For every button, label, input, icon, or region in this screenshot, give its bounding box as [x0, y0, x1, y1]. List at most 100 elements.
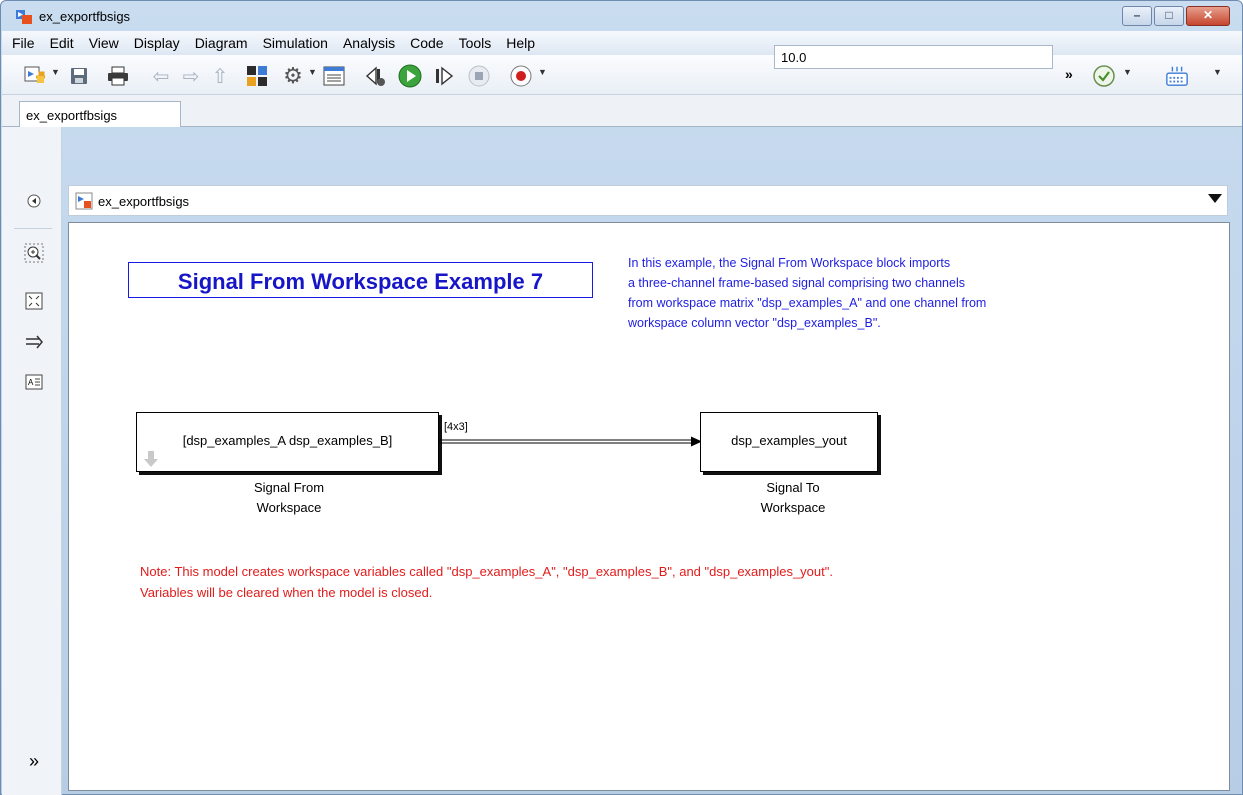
toolbar-overflow-icon[interactable]: »: [1065, 66, 1073, 82]
up-button[interactable]: ⇧: [208, 64, 232, 88]
info-line: workspace column vector "dsp_examples_B"…: [628, 316, 881, 330]
zoom-icon: [24, 243, 44, 263]
hide-explorer-bar-button[interactable]: [24, 191, 44, 211]
library-browser-icon: [247, 66, 267, 86]
new-model-button[interactable]: [22, 64, 46, 88]
info-annotation[interactable]: In this example, the Signal From Workspa…: [628, 253, 1128, 333]
toolbar: ▼ ⇦ ⇨ ⇧ ⚙ ▼ ▼ » ▼ ▼: [2, 55, 1242, 95]
tab-ex-exportfbsigs[interactable]: ex_exportfbsigs: [19, 101, 181, 127]
menu-analysis[interactable]: Analysis: [338, 35, 403, 51]
annotation-icon: A: [25, 374, 43, 390]
window-controls: – □ ✕: [1122, 6, 1230, 26]
simulink-window: ex_exportfbsigs – □ ✕ File Edit View Dis…: [0, 0, 1243, 795]
signal-from-workspace-block[interactable]: [dsp_examples_A dsp_examples_B]: [136, 412, 439, 472]
route-lines-icon: [26, 335, 43, 349]
note-line: Variables will be cleared when the model…: [140, 585, 433, 600]
stop-icon: [468, 65, 490, 87]
library-browser-button[interactable]: [245, 64, 269, 88]
fit-to-view-button[interactable]: [24, 291, 44, 311]
minimize-button[interactable]: –: [1122, 6, 1152, 26]
close-button[interactable]: ✕: [1186, 6, 1230, 26]
svg-text:A: A: [28, 378, 34, 387]
source-caption-line: Signal From: [253, 480, 325, 495]
menu-diagram[interactable]: Diagram: [190, 35, 256, 51]
diagram-title: Signal From Workspace Example 7: [177, 269, 544, 294]
step-back-button[interactable]: [363, 64, 387, 88]
run-icon: [398, 64, 422, 88]
fit-to-view-icon: [25, 292, 43, 310]
menu-bar: File Edit View Display Diagram Simulatio…: [2, 31, 1242, 55]
record-button[interactable]: [509, 64, 533, 88]
model-settings-button[interactable]: ⚙: [281, 63, 305, 88]
simulink-model-icon: [75, 192, 93, 210]
run-button[interactable]: [398, 64, 422, 88]
close-icon: ✕: [1202, 8, 1214, 22]
build-dropdown-icon[interactable]: ▼: [1213, 67, 1222, 77]
menu-code[interactable]: Code: [405, 35, 451, 51]
model-settings-dropdown-icon[interactable]: ▼: [308, 67, 317, 77]
new-model-dropdown-icon[interactable]: ▼: [51, 67, 60, 77]
sink-caption-line: Workspace: [760, 500, 826, 515]
chevron-double-right-icon: »: [28, 750, 39, 771]
sink-caption-line: Signal To: [766, 480, 820, 495]
info-line: from workspace matrix "dsp_examples_A" a…: [628, 296, 987, 310]
back-arrow-icon: ⇦: [152, 65, 170, 88]
up-arrow-icon: ⇧: [211, 65, 229, 88]
print-icon: [108, 66, 128, 86]
menu-view[interactable]: View: [84, 35, 127, 51]
import-arrow-icon: [144, 451, 158, 467]
info-line: a three-channel frame-based signal compr…: [628, 276, 965, 290]
diagram-title-annotation[interactable]: Signal From Workspace Example 7: [128, 262, 593, 298]
back-button[interactable]: ⇦: [149, 64, 173, 88]
model-explorer-button[interactable]: [322, 64, 346, 88]
step-forward-icon: [436, 66, 454, 86]
menu-display[interactable]: Display: [129, 35, 188, 51]
maximize-icon: □: [1165, 8, 1173, 22]
step-forward-button[interactable]: [432, 64, 456, 88]
menu-tools[interactable]: Tools: [454, 35, 500, 51]
annotation-button[interactable]: A: [24, 372, 44, 392]
breadcrumb[interactable]: ex_exportfbsigs: [68, 185, 1228, 216]
gear-icon: ⚙: [283, 63, 303, 88]
title-bar[interactable]: ex_exportfbsigs – □ ✕: [1, 1, 1242, 31]
signal-dimension-label: [4x3]: [444, 421, 468, 433]
menu-help[interactable]: Help: [501, 35, 543, 51]
menu-file[interactable]: File: [7, 35, 43, 51]
model-advisor-button[interactable]: [1092, 64, 1116, 88]
print-button[interactable]: [106, 64, 130, 88]
record-dropdown-icon[interactable]: ▼: [538, 67, 547, 77]
sink-block-label: dsp_examples_yout: [731, 433, 847, 448]
sink-block-caption: Signal To Workspace: [693, 478, 893, 518]
expand-palette-button[interactable]: »: [24, 751, 44, 771]
check-icon: [1093, 65, 1115, 87]
model-advisor-dropdown-icon[interactable]: ▼: [1123, 67, 1132, 77]
step-back-icon: [365, 66, 385, 86]
window-title: ex_exportfbsigs: [39, 9, 131, 24]
model-explorer-icon: [323, 66, 345, 86]
stop-time-input[interactable]: [774, 45, 1053, 69]
build-button[interactable]: [1165, 64, 1189, 88]
palette-divider: [14, 228, 52, 229]
save-icon: [71, 68, 87, 84]
menu-edit[interactable]: Edit: [45, 35, 82, 51]
simulink-model-icon: [16, 10, 32, 24]
forward-arrow-icon: ⇨: [182, 65, 200, 88]
signal-to-workspace-block[interactable]: dsp_examples_yout: [700, 412, 878, 472]
source-block-caption: Signal From Workspace: [189, 478, 389, 518]
model-canvas[interactable]: Signal From Workspace Example 7 In this …: [68, 222, 1230, 791]
breadcrumb-model-name[interactable]: ex_exportfbsigs: [98, 194, 189, 209]
breadcrumb-dropdown-icon[interactable]: [1208, 194, 1222, 203]
stop-button[interactable]: [467, 64, 491, 88]
route-lines-button[interactable]: [24, 332, 44, 352]
signal-line[interactable]: [439, 435, 704, 449]
forward-button[interactable]: ⇨: [179, 64, 203, 88]
info-line: In this example, the Signal From Workspa…: [628, 256, 951, 270]
zoom-button[interactable]: [24, 243, 44, 263]
new-model-icon: [24, 66, 45, 83]
maximize-button[interactable]: □: [1154, 6, 1184, 26]
save-button[interactable]: [67, 64, 91, 88]
collapse-icon: [27, 194, 41, 208]
record-icon: [510, 65, 532, 87]
note-annotation[interactable]: Note: This model creates workspace varia…: [140, 561, 833, 603]
menu-simulation[interactable]: Simulation: [258, 35, 336, 51]
